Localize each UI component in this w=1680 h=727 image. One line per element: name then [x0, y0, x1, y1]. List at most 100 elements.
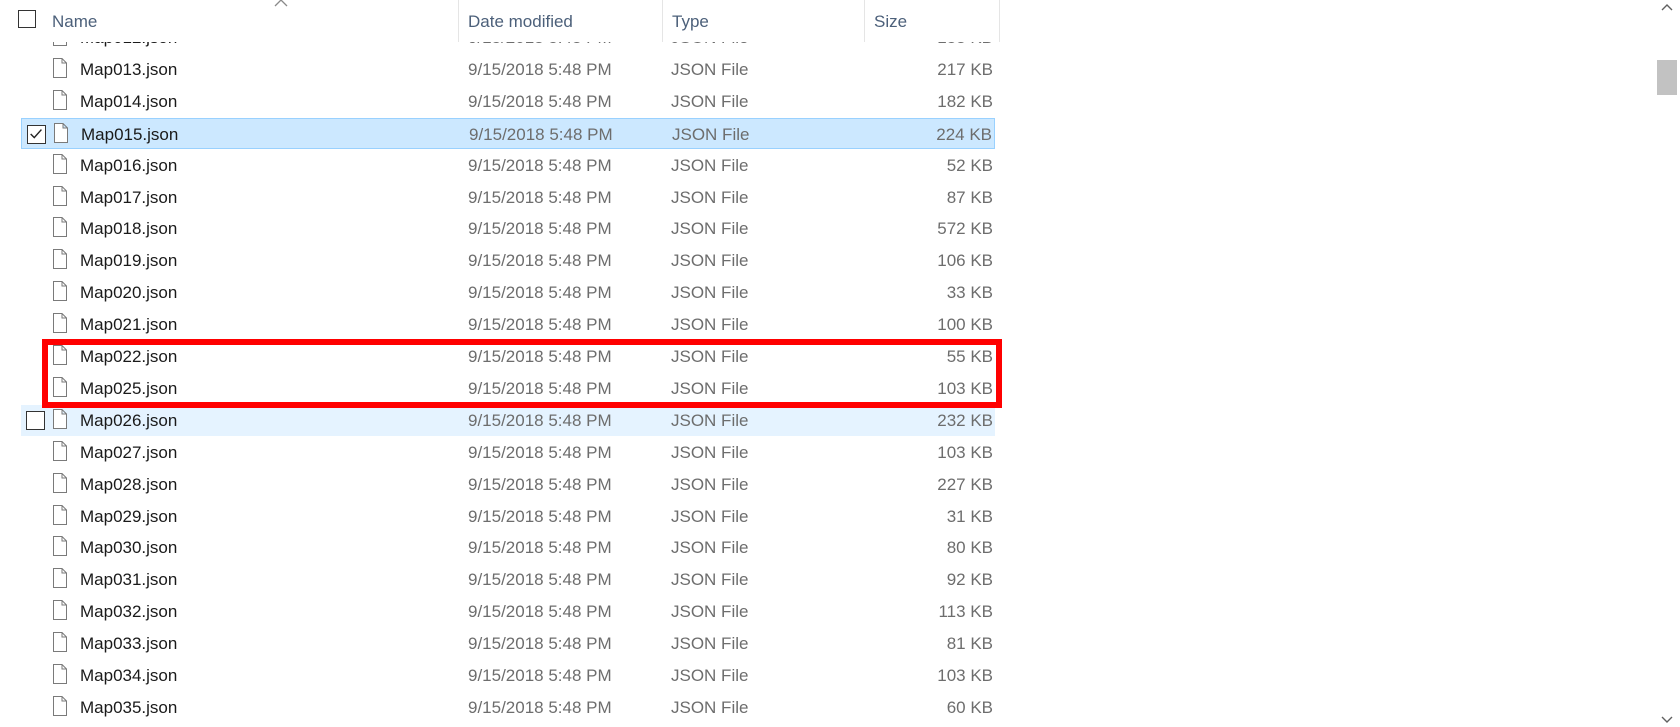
file-icon [53, 58, 67, 78]
file-name: Map029.json [80, 507, 178, 526]
file-size: 217 KB [937, 60, 993, 79]
file-row[interactable]: Map021.json 9/15/2018 5:48 PM JSON File 100… [21, 309, 995, 340]
file-type: JSON File [671, 315, 749, 334]
file-icon [53, 313, 67, 333]
file-row[interactable]: Map032.json 9/15/2018 5:48 PM JSON File 113… [21, 596, 995, 627]
file-name: Map034.json [80, 666, 178, 685]
vertical-scrollbar[interactable] [1654, 0, 1680, 727]
file-name: Map014.json [80, 92, 178, 111]
file-row[interactable]: Map027.json 9/15/2018 5:48 PM JSON File 103… [21, 437, 995, 468]
file-name: Map030.json [80, 538, 178, 557]
scroll-up-icon[interactable] [1661, 2, 1673, 12]
file-type: JSON File [671, 538, 749, 557]
row-checkbox[interactable] [26, 411, 45, 430]
scroll-down-icon[interactable] [1661, 715, 1673, 725]
file-row[interactable]: Map026.json 9/15/2018 5:48 PM JSON File 232… [21, 405, 995, 436]
file-row[interactable]: Map028.json 9/15/2018 5:48 PM JSON File 227… [21, 469, 995, 500]
file-name: Map035.json [80, 698, 178, 717]
file-size: 55 KB [946, 347, 993, 366]
file-type: JSON File [671, 379, 749, 398]
file-row[interactable]: Map031.json 9/15/2018 5:48 PM JSON File 92 … [21, 564, 995, 595]
file-name: Map028.json [80, 475, 178, 494]
file-type: JSON File [671, 507, 749, 526]
file-row[interactable]: Map014.json 9/15/2018 5:48 PM JSON File 182… [21, 86, 995, 117]
file-name: Map026.json [80, 411, 178, 430]
file-name: Map021.json [80, 315, 178, 334]
file-type: JSON File [671, 156, 749, 175]
file-icon [53, 409, 67, 429]
file-size: 52 KB [946, 156, 993, 175]
column-header-date-label: Date modified [468, 12, 573, 31]
file-date-modified: 9/15/2018 5:48 PM [468, 92, 612, 111]
file-date-modified: 9/15/2018 5:48 PM [468, 634, 612, 653]
file-explorer-view: Map012.json9/15/2018 5:48 PMJSON File158… [0, 0, 1680, 727]
select-all-checkbox[interactable] [18, 10, 36, 28]
file-icon [53, 600, 67, 620]
file-icon [53, 696, 67, 716]
file-size: 31 KB [946, 507, 993, 526]
file-size: 103 KB [937, 379, 993, 398]
file-row[interactable]: Map022.json 9/15/2018 5:48 PM JSON File 55 … [21, 341, 995, 372]
column-header: Name Date modified Type Size [0, 0, 1000, 42]
column-header-date[interactable]: Date modified [458, 0, 662, 42]
checkmark-icon [30, 129, 42, 139]
file-row[interactable]: Map015.json 9/15/2018 5:48 PM JSON File 224… [21, 118, 995, 149]
file-row[interactable]: Map019.json 9/15/2018 5:48 PM JSON File 106… [21, 245, 995, 276]
file-row[interactable]: Map030.json 9/15/2018 5:48 PM JSON File 80 … [21, 532, 995, 563]
scrollbar-thumb[interactable] [1657, 60, 1677, 95]
file-name: Map032.json [80, 602, 178, 621]
file-type: JSON File [671, 570, 749, 589]
file-size: 182 KB [937, 92, 993, 111]
column-header-name[interactable]: Name [43, 0, 458, 42]
file-name: Map020.json [80, 283, 178, 302]
file-row[interactable]: Map034.json 9/15/2018 5:48 PM JSON File 103… [21, 660, 995, 691]
file-row[interactable]: Map035.json 9/15/2018 5:48 PM JSON File 60 … [21, 692, 995, 723]
file-type: JSON File [671, 411, 749, 430]
file-date-modified: 9/15/2018 5:48 PM [468, 347, 612, 366]
file-name: Map016.json [80, 156, 178, 175]
file-size: 100 KB [937, 315, 993, 334]
row-checkbox[interactable] [27, 125, 46, 144]
file-row[interactable]: Map018.json 9/15/2018 5:48 PM JSON File 572… [21, 213, 995, 244]
file-date-modified: 9/15/2018 5:48 PM [468, 60, 612, 79]
file-type: JSON File [671, 251, 749, 270]
file-row[interactable]: Map020.json 9/15/2018 5:48 PM JSON File 33 … [21, 277, 995, 308]
file-size: 103 KB [937, 666, 993, 685]
column-header-size[interactable]: Size [864, 0, 1000, 42]
file-icon [53, 186, 67, 206]
file-icon [53, 441, 67, 461]
file-name: Map017.json [80, 188, 178, 207]
file-row[interactable]: Map033.json 9/15/2018 5:48 PM JSON File 81 … [21, 628, 995, 659]
file-icon [53, 90, 67, 110]
file-date-modified: 9/15/2018 5:48 PM [469, 125, 613, 144]
file-row[interactable]: Map016.json 9/15/2018 5:48 PM JSON File 52 … [21, 150, 995, 181]
file-type: JSON File [671, 219, 749, 238]
file-name: Map019.json [80, 251, 178, 270]
file-name: Map027.json [80, 443, 178, 462]
file-icon [53, 473, 67, 493]
file-size: 103 KB [937, 443, 993, 462]
file-type: JSON File [671, 92, 749, 111]
file-date-modified: 9/15/2018 5:48 PM [468, 188, 612, 207]
file-size: 572 KB [937, 219, 993, 238]
file-size: 106 KB [937, 251, 993, 270]
file-icon [53, 632, 67, 652]
file-size: 227 KB [937, 475, 993, 494]
file-size: 33 KB [946, 283, 993, 302]
file-date-modified: 9/15/2018 5:48 PM [468, 698, 612, 717]
file-date-modified: 9/15/2018 5:48 PM [468, 666, 612, 685]
sort-up-icon [274, 0, 288, 7]
file-row[interactable]: Map029.json 9/15/2018 5:48 PM JSON File 31 … [21, 501, 995, 532]
file-type: JSON File [671, 443, 749, 462]
column-header-type[interactable]: Type [662, 0, 864, 42]
file-row[interactable]: Map013.json 9/15/2018 5:48 PM JSON File 217… [21, 54, 995, 85]
file-type: JSON File [671, 634, 749, 653]
file-row[interactable]: Map025.json 9/15/2018 5:48 PM JSON File 103… [21, 373, 995, 404]
file-row[interactable]: Map017.json 9/15/2018 5:48 PM JSON File 87 … [21, 182, 995, 213]
file-date-modified: 9/15/2018 5:48 PM [468, 443, 612, 462]
file-date-modified: 9/15/2018 5:48 PM [468, 156, 612, 175]
file-size: 224 KB [936, 125, 992, 144]
file-name: Map025.json [80, 379, 178, 398]
file-icon [53, 536, 67, 556]
file-size: 113 KB [938, 602, 993, 621]
